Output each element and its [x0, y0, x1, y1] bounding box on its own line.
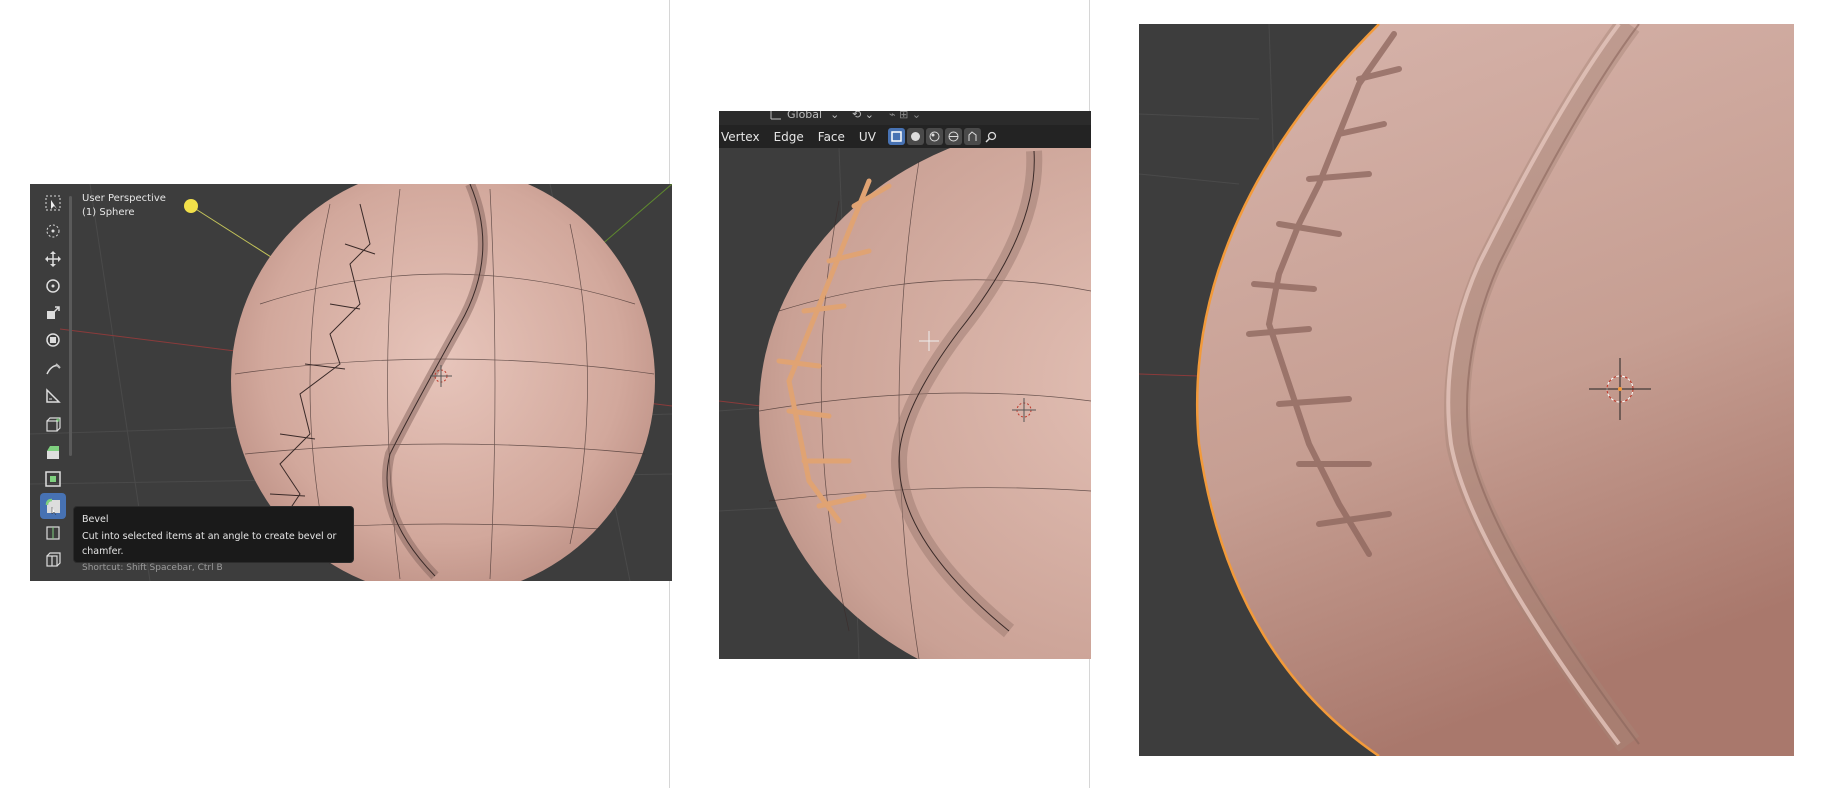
add-cube-icon	[46, 417, 61, 432]
menu-uv[interactable]: UV	[859, 130, 876, 144]
overlay-icon	[948, 131, 959, 142]
xray-button[interactable]	[963, 128, 981, 145]
transform-tool[interactable]	[40, 327, 66, 353]
viewport-scene-closeup	[719, 121, 1091, 659]
object-label: (1) Sphere	[82, 207, 135, 218]
orientation-icon	[770, 111, 781, 119]
move-icon	[45, 251, 61, 267]
inset-tool[interactable]	[40, 466, 66, 492]
knife-tool[interactable]	[40, 547, 66, 573]
edit-mode-header: Vertex Edge Face UV	[719, 125, 1091, 148]
solid-shading-button[interactable]	[887, 128, 905, 145]
light-icon	[184, 199, 198, 213]
move-tool[interactable]	[40, 246, 66, 272]
tool-shelf	[34, 190, 70, 581]
transform-orientation-dropdown[interactable]: Global ⌄	[769, 111, 839, 121]
search-icon	[985, 131, 997, 143]
transform-icon	[46, 333, 60, 347]
viewport-header-top: Global ⌄ ⟲ ⌄ ⌁ ⊞ ⌄	[719, 111, 1091, 125]
select-box-icon	[45, 195, 61, 211]
chevron-down-icon: ⌄	[830, 111, 840, 121]
measure-icon	[46, 388, 61, 403]
viewport-info: User Perspective (1) Sphere	[82, 192, 166, 220]
rendered-shading-button[interactable]	[925, 128, 943, 145]
solid-shading-icon	[891, 131, 902, 142]
tooltip-title: Bevel	[82, 514, 109, 525]
tooltip-description: Cut into selected items at an angle to c…	[82, 531, 337, 557]
viewport-panel-overview[interactable]: User Perspective (1) Sphere Bevel Cut in…	[30, 184, 672, 581]
cursor-tool[interactable]	[40, 218, 66, 244]
viewport-scene-render	[1139, 24, 1794, 756]
extrude-icon	[47, 446, 59, 459]
cursor-icon	[46, 224, 60, 238]
menu-edge[interactable]: Edge	[774, 130, 804, 144]
extrude-tool[interactable]	[40, 439, 66, 465]
scale-icon	[47, 306, 60, 319]
select-box-tool[interactable]	[40, 190, 66, 216]
inset-icon	[45, 471, 61, 487]
transform-orientation-value: Global	[787, 111, 823, 121]
menu-face[interactable]: Face	[818, 130, 845, 144]
tooltip-shortcut: Shortcut: Shift Spacebar, Ctrl B	[82, 563, 223, 573]
bevel-icon	[45, 498, 60, 515]
toolbar-scrollbar[interactable]	[69, 196, 72, 456]
viewport-panel-closeup[interactable]: Global ⌄ ⟲ ⌄ ⌁ ⊞ ⌄ Vertex Edge Face UV	[719, 111, 1091, 659]
material-shading-icon	[910, 132, 920, 141]
bevel-tool[interactable]	[40, 493, 66, 519]
loop-cut-tool[interactable]	[40, 520, 66, 546]
annotate-tool[interactable]	[40, 356, 66, 382]
menu-vertex[interactable]: Vertex	[721, 130, 760, 144]
scale-tool[interactable]	[40, 300, 66, 326]
pivot-icon[interactable]: ⟲ ⌄	[852, 111, 874, 121]
snap-icon[interactable]: ⌁ ⊞ ⌄	[889, 111, 921, 121]
rotate-icon	[46, 279, 60, 293]
rendered-shading-icon	[929, 131, 940, 142]
add-cube-tool[interactable]	[40, 412, 66, 438]
rotate-tool[interactable]	[40, 273, 66, 299]
perspective-label: User Perspective	[82, 193, 166, 204]
bevel-tooltip: Bevel Cut into selected items at an angl…	[73, 506, 354, 573]
material-shading-button[interactable]	[906, 128, 924, 145]
annotate-icon	[46, 363, 61, 375]
loop-cut-icon	[46, 526, 60, 540]
xray-icon	[968, 131, 977, 141]
knife-icon	[46, 552, 61, 567]
measure-tool[interactable]	[40, 383, 66, 409]
viewport-panel-render[interactable]	[1139, 24, 1794, 756]
overlay-button[interactable]	[944, 128, 962, 145]
search-button[interactable]	[983, 128, 1000, 145]
